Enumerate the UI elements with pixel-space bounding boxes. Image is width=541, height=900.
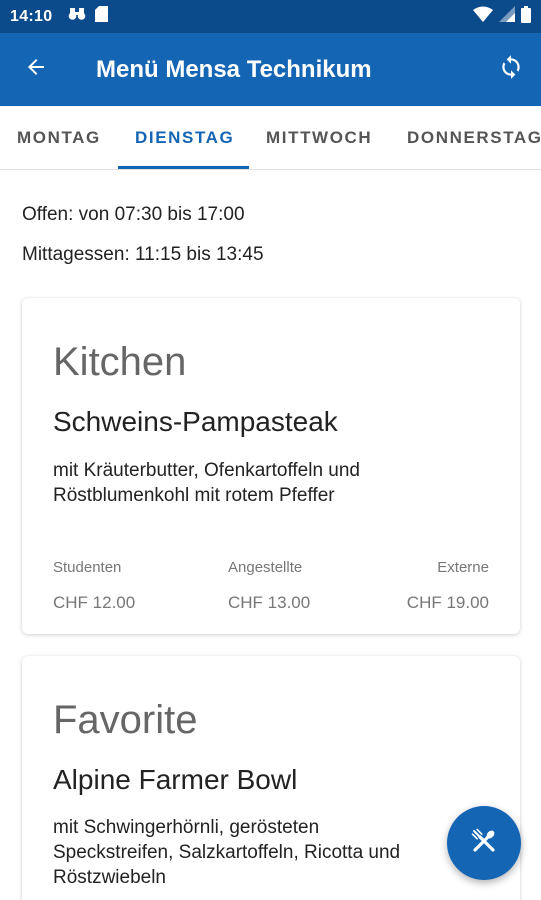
card-description-line: Speckstreifen, Salzkartoffeln, Ricotta u… (53, 842, 401, 863)
refresh-icon (498, 54, 524, 85)
cutlery-icon (469, 826, 499, 861)
status-bar: 14:10 (0, 0, 541, 33)
tab-dienstag[interactable]: DIENSTAG (135, 106, 234, 169)
opening-hours: Offen: von 07:30 bis 17:00 (22, 204, 245, 225)
signal-icon (499, 6, 515, 27)
price-label-angestellte: Angestellte (228, 559, 303, 576)
tab-montag[interactable]: MONTAG (17, 106, 101, 169)
menu-fab-button[interactable] (447, 806, 521, 880)
lunch-hours: Mittagessen: 11:15 bis 13:45 (22, 244, 264, 265)
arrow-left-icon (24, 55, 48, 84)
tab-donnerstag[interactable]: DONNERSTAG (407, 106, 541, 169)
status-time: 14:10 (10, 7, 53, 25)
card-description: mit Schwingerhörnli, gerösteten Speckstr… (53, 815, 463, 890)
refresh-button[interactable] (481, 33, 541, 106)
card-description-line: Röstblumenkohl mit rotem Pfeffer (53, 485, 335, 506)
card-description-line: Röstzwiebeln (53, 867, 166, 888)
card-category: Kitchen (53, 340, 187, 384)
day-tabs: MONTAG DIENSTAG MITTWOCH DONNERSTAG (0, 106, 541, 170)
card-category: Favorite (53, 698, 198, 742)
sim-card-icon (95, 6, 109, 27)
card-dish: Schweins-Pampasteak (53, 406, 338, 437)
menu-card-kitchen[interactable]: Kitchen Schweins-Pampasteak mit Kräuterb… (22, 298, 520, 634)
price-value-angestellte: CHF 13.00 (228, 593, 311, 612)
app-bar: Menü Mensa Technikum (0, 33, 541, 106)
status-icons-left (68, 6, 109, 27)
price-value-studenten: CHF 12.00 (53, 593, 136, 612)
tab-mittwoch[interactable]: MITTWOCH (266, 106, 372, 169)
card-description: mit Kräuterbutter, Ofenkartoffeln und Rö… (53, 458, 503, 508)
card-description-line: mit Schwingerhörnli, gerösteten (53, 817, 320, 838)
status-icons-right (473, 5, 531, 28)
card-description-line: mit Kräuterbutter, Ofenkartoffeln und (53, 460, 360, 481)
menu-card-favorite[interactable]: Favorite Alpine Farmer Bowl mit Schwinge… (22, 656, 520, 900)
tab-indicator (118, 166, 249, 169)
binoculars-icon (68, 7, 86, 26)
price-label-externe: Externe (437, 559, 489, 576)
back-button[interactable] (0, 33, 72, 106)
page-title: Menü Mensa Technikum (96, 55, 372, 83)
battery-icon (521, 5, 531, 28)
card-dish: Alpine Farmer Bowl (53, 764, 298, 795)
price-value-externe: CHF 19.00 (406, 593, 489, 612)
wifi-icon (473, 6, 493, 27)
price-label-studenten: Studenten (53, 559, 122, 576)
